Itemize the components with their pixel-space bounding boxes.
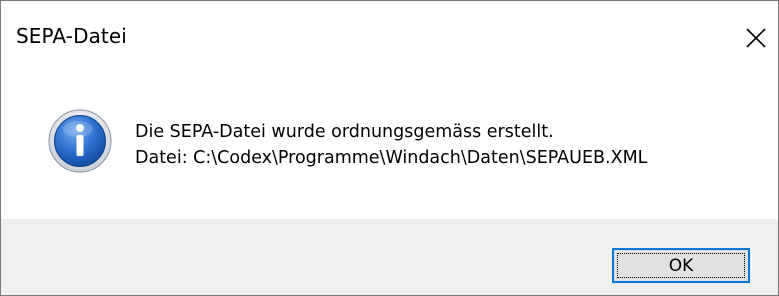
ok-button-label: OK (668, 255, 694, 276)
close-button[interactable] (736, 18, 776, 58)
window-title: SEPA-Datei (16, 24, 127, 48)
dialog-content: Die SEPA-Datei wurde ordnungsgemäss erst… (1, 77, 778, 219)
message-line-1: Die SEPA-Datei wurde ordnungsgemäss erst… (135, 122, 554, 142)
message-dialog: SEPA-Datei Die SEPA-Datei wurde ordnungs… (0, 0, 779, 296)
message-line-2: Datei: C:\Codex\Programme\Windach\Daten\… (135, 148, 648, 168)
close-icon (746, 28, 766, 48)
info-icon (48, 109, 112, 173)
button-bar: OK (1, 219, 778, 295)
ok-button[interactable]: OK (612, 248, 750, 283)
message-text: Die SEPA-Datei wurde ordnungsgemäss erst… (135, 119, 647, 171)
title-bar: SEPA-Datei (1, 1, 778, 77)
